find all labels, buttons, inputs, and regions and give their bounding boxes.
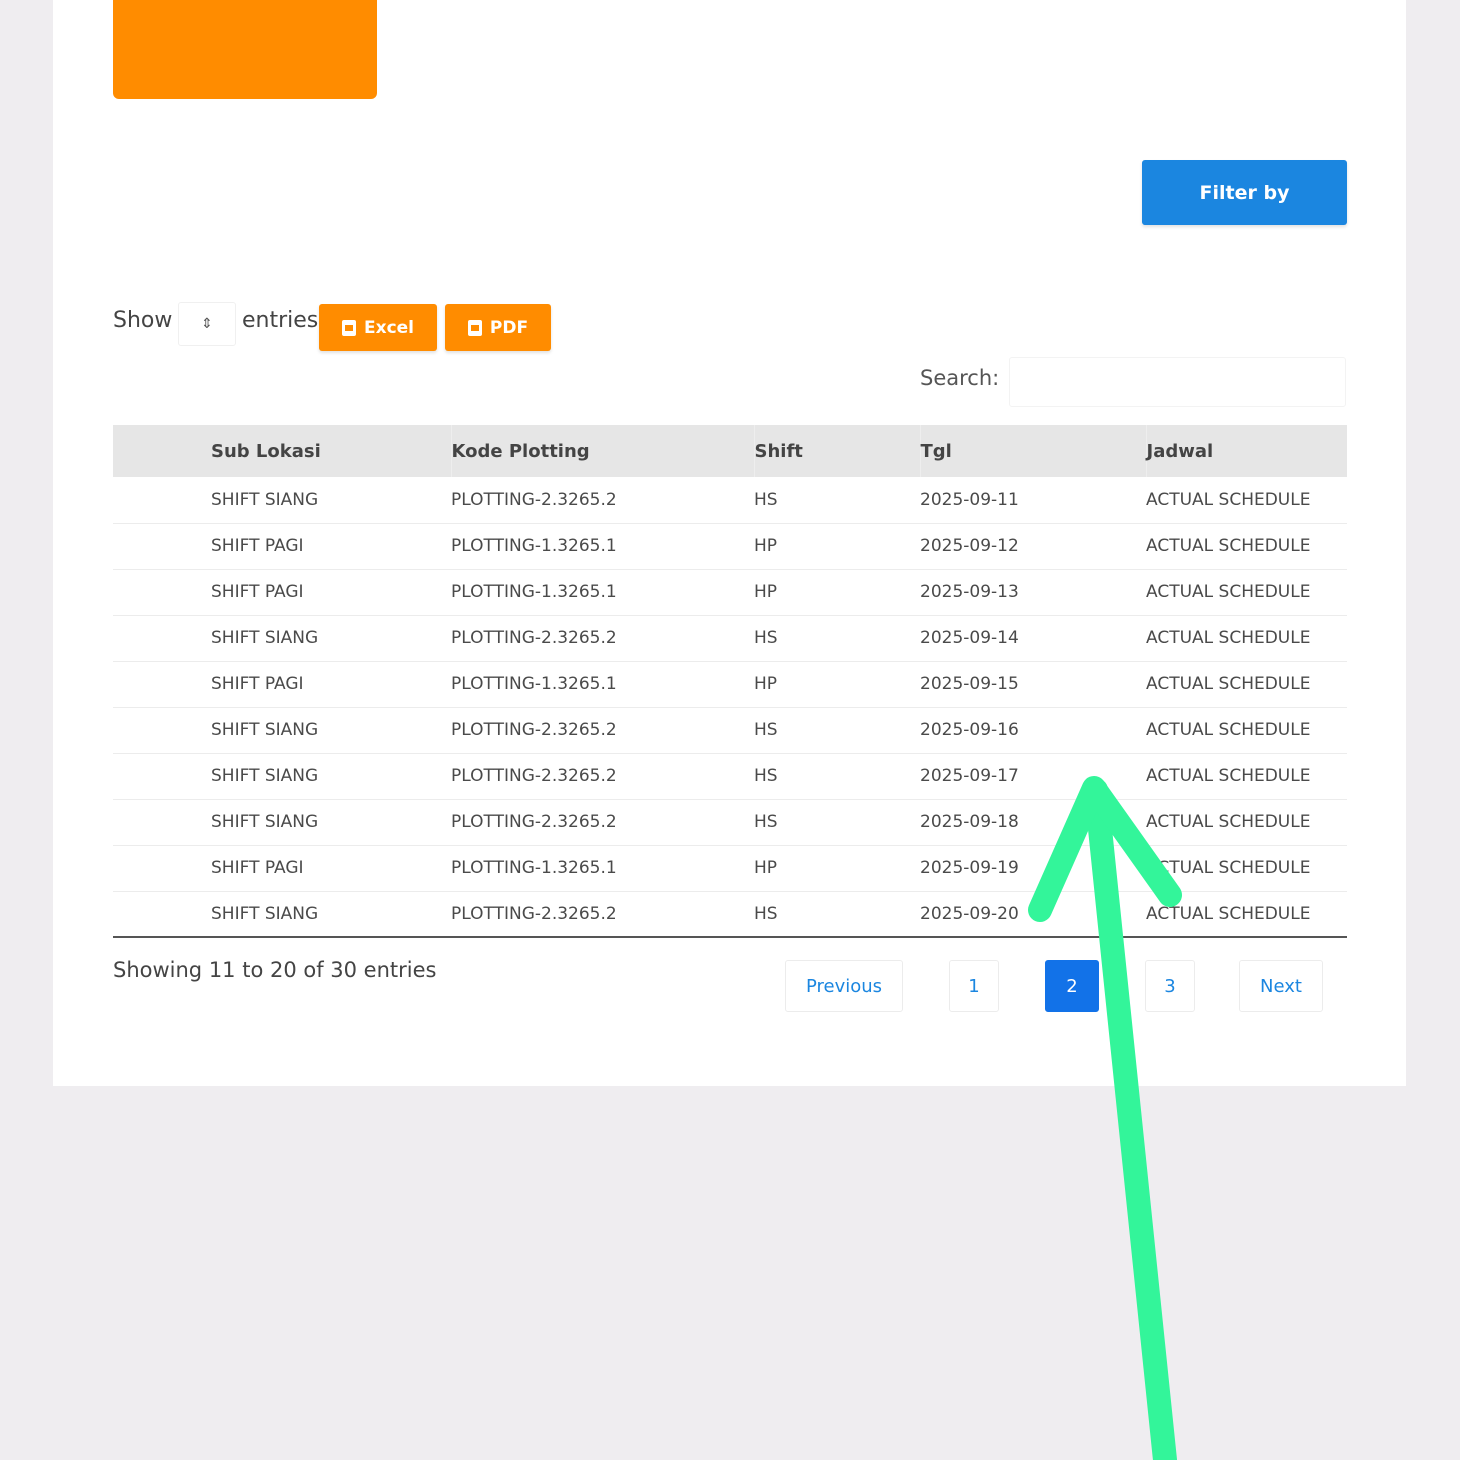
cell-kode-plotting: PLOTTING-1.3265.1 [451, 536, 617, 556]
cell-kode-plotting: PLOTTING-2.3265.2 [451, 489, 617, 510]
cell-shift: HP [754, 858, 778, 878]
pagination-page-2-active[interactable]: 2 [1045, 960, 1099, 1012]
content-card: Filter by Show ⇕ entries Excel PDF Searc… [53, 0, 1406, 1086]
column-header-sub-lokasi[interactable]: Sub Lokasi [113, 425, 452, 477]
pagination-next-button[interactable]: Next [1239, 960, 1323, 1012]
cell-tgl: 2025-09-15 [920, 674, 1019, 694]
cell-tgl: 2025-09-14 [920, 628, 1019, 648]
cell-jadwal: ACTUAL SCHEDULE [1146, 858, 1311, 878]
table-row: SHIFT PAGI PLOTTING-1.3265.1 HP 2025-09-… [113, 523, 1347, 569]
cell-jadwal: ACTUAL SCHEDULE [1146, 674, 1311, 694]
cell-sub-lokasi: SHIFT PAGI [211, 674, 304, 694]
table-row: SHIFT SIANG PLOTTING-2.3265.2 HS 2025-09… [113, 707, 1347, 753]
pdf-export-button[interactable]: PDF [445, 304, 551, 351]
column-header-shift[interactable]: Shift [754, 425, 921, 477]
cell-kode-plotting: PLOTTING-2.3265.2 [451, 766, 617, 786]
cell-shift: HS [754, 766, 778, 786]
cell-sub-lokasi: SHIFT SIANG [211, 628, 319, 648]
search-input[interactable] [1009, 357, 1346, 407]
show-label: Show [113, 308, 173, 333]
cell-kode-plotting: PLOTTING-2.3265.2 [451, 812, 617, 832]
file-icon [467, 319, 482, 336]
data-table: Sub Lokasi Kode Plotting Shift Tgl Jadwa… [113, 425, 1347, 938]
cell-jadwal: ACTUAL SCHEDULE [1146, 582, 1311, 602]
cell-jadwal: ACTUAL SCHEDULE [1146, 766, 1311, 786]
excel-label: Excel [363, 317, 414, 338]
data-table-wrapper: Sub Lokasi Kode Plotting Shift Tgl Jadwa… [113, 425, 1347, 938]
column-header-tgl[interactable]: Tgl [920, 425, 1147, 477]
pagination-page-3[interactable]: 3 [1145, 960, 1195, 1012]
table-header-row: Sub Lokasi Kode Plotting Shift Tgl Jadwa… [113, 425, 1347, 477]
cell-kode-plotting: PLOTTING-2.3265.2 [451, 903, 617, 924]
table-row: SHIFT SIANG PLOTTING-2.3265.2 HS 2025-09… [113, 891, 1347, 937]
cell-kode-plotting: PLOTTING-1.3265.1 [451, 858, 617, 878]
table-row: SHIFT PAGI PLOTTING-1.3265.1 HP 2025-09-… [113, 661, 1347, 707]
cell-tgl: 2025-09-20 [920, 903, 1019, 924]
cell-shift: HS [754, 628, 778, 648]
file-icon [341, 319, 356, 336]
cell-jadwal: ACTUAL SCHEDULE [1146, 812, 1311, 832]
cell-tgl: 2025-09-16 [920, 720, 1019, 740]
cell-sub-lokasi: SHIFT PAGI [211, 536, 304, 556]
cell-tgl: 2025-09-12 [920, 536, 1019, 556]
orange-header-block [113, 0, 377, 99]
cell-jadwal: ACTUAL SCHEDULE [1146, 489, 1311, 510]
pagination-page-1[interactable]: 1 [949, 960, 999, 1012]
column-header-kode-plotting[interactable]: Kode Plotting [451, 425, 755, 477]
cell-kode-plotting: PLOTTING-1.3265.1 [451, 674, 617, 694]
table-row: SHIFT SIANG PLOTTING-2.3265.2 HS 2025-09… [113, 615, 1347, 661]
cell-shift: HP [754, 674, 778, 694]
cell-sub-lokasi: SHIFT PAGI [211, 858, 304, 878]
cell-kode-plotting: PLOTTING-2.3265.2 [451, 720, 617, 740]
pdf-label: PDF [489, 317, 529, 338]
entries-label: entries [242, 308, 319, 333]
filter-by-button[interactable]: Filter by [1142, 160, 1347, 225]
entries-length-select[interactable]: ⇕ [178, 302, 236, 346]
cell-tgl: 2025-09-13 [920, 582, 1019, 602]
cell-shift: HS [754, 489, 778, 510]
cell-kode-plotting: PLOTTING-2.3265.2 [451, 628, 617, 648]
cell-shift: HS [754, 812, 778, 832]
cell-sub-lokasi: SHIFT PAGI [211, 582, 304, 602]
cell-sub-lokasi: SHIFT SIANG [211, 489, 319, 510]
cell-jadwal: ACTUAL SCHEDULE [1146, 536, 1311, 556]
cell-shift: HS [754, 720, 778, 740]
cell-tgl: 2025-09-11 [920, 489, 1019, 510]
cell-jadwal: ACTUAL SCHEDULE [1146, 628, 1311, 648]
cell-tgl: 2025-09-18 [920, 812, 1019, 832]
table-row: SHIFT SIANG PLOTTING-2.3265.2 HS 2025-09… [113, 477, 1347, 523]
cell-shift: HP [754, 536, 778, 556]
cell-shift: HP [754, 582, 778, 602]
cell-jadwal: ACTUAL SCHEDULE [1146, 903, 1311, 924]
cell-sub-lokasi: SHIFT SIANG [211, 720, 319, 740]
cell-sub-lokasi: SHIFT SIANG [211, 812, 319, 832]
table-row: SHIFT PAGI PLOTTING-1.3265.1 HP 2025-09-… [113, 569, 1347, 615]
column-header-jadwal[interactable]: Jadwal [1146, 425, 1347, 477]
table-row: SHIFT PAGI PLOTTING-1.3265.1 HP 2025-09-… [113, 845, 1347, 891]
cell-shift: HS [754, 903, 778, 924]
search-label: Search: [920, 366, 1000, 390]
cell-sub-lokasi: SHIFT SIANG [211, 903, 319, 924]
table-row: SHIFT SIANG PLOTTING-2.3265.2 HS 2025-09… [113, 799, 1347, 845]
cell-tgl: 2025-09-17 [920, 766, 1019, 786]
table-info-text: Showing 11 to 20 of 30 entries [113, 958, 437, 982]
sort-arrows-icon: ⇕ [201, 316, 213, 332]
cell-sub-lokasi: SHIFT SIANG [211, 766, 319, 786]
cell-tgl: 2025-09-19 [920, 858, 1019, 878]
pagination-previous-button[interactable]: Previous [785, 960, 903, 1012]
excel-export-button[interactable]: Excel [319, 304, 437, 351]
cell-jadwal: ACTUAL SCHEDULE [1146, 720, 1311, 740]
cell-kode-plotting: PLOTTING-1.3265.1 [451, 582, 617, 602]
table-row: SHIFT SIANG PLOTTING-2.3265.2 HS 2025-09… [113, 753, 1347, 799]
